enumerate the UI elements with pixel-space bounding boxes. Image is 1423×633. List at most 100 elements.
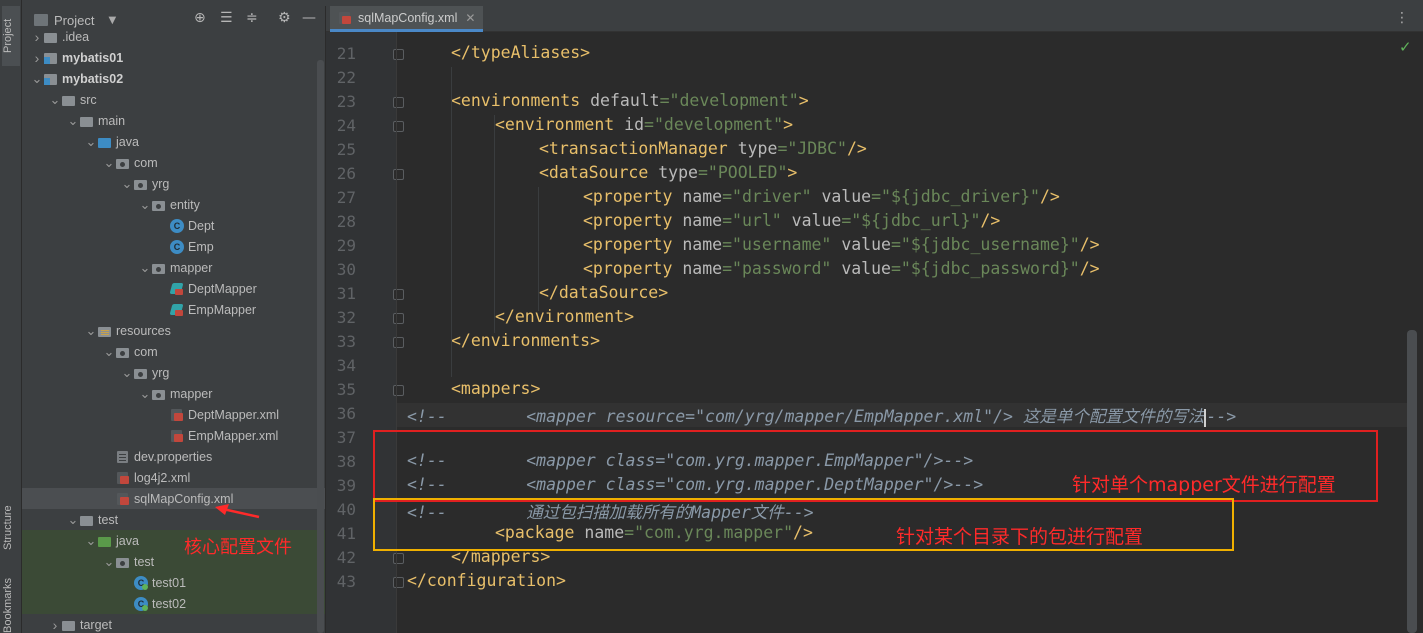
tree-item[interactable]: ⌄ java (22, 131, 325, 152)
line-number: 24 (336, 116, 356, 135)
chevron-down-icon[interactable]: ⌄ (102, 155, 116, 171)
tree-item[interactable]: ⌄ src (22, 89, 325, 110)
line-number: 37 (336, 428, 356, 447)
tree-item-label: yrg (152, 365, 170, 380)
indent-guide (451, 67, 452, 377)
package-icon (116, 555, 130, 569)
tree-item-label: Emp (188, 239, 214, 254)
module-icon (44, 51, 58, 65)
line-number: 22 (336, 68, 356, 87)
chevron-down-icon[interactable]: ⌄ (66, 512, 80, 528)
tree-item[interactable]: ⌄ resources (22, 320, 325, 341)
chevron-down-icon[interactable]: ⌄ (84, 323, 98, 339)
line-number: 36 (336, 404, 356, 423)
tab-sqlmapconfig[interactable]: sqlMapConfig.xml ✕ (330, 6, 484, 32)
locate-file-icon[interactable]: ⊕ (194, 10, 206, 26)
tree-item[interactable]: dev.properties (22, 446, 325, 467)
tree-item[interactable]: › target (22, 614, 325, 633)
code-line[interactable]: </environment> (407, 307, 634, 331)
chevron-down-icon[interactable]: ⌄ (120, 176, 134, 192)
chevron-down-icon[interactable]: ⌄ (120, 365, 134, 381)
project-tool-button[interactable]: Project (2, 6, 20, 66)
chevron-down-icon[interactable]: ⌄ (48, 92, 62, 108)
tree-item[interactable]: › .idea (22, 26, 325, 47)
code-line[interactable]: </environments> (407, 331, 600, 355)
tree-item[interactable]: DeptMapper (22, 278, 325, 299)
tree-item-label: DeptMapper.xml (188, 407, 280, 422)
line-number: 39 (336, 476, 356, 495)
xml-file-icon (116, 492, 130, 506)
chevron-right-icon[interactable]: › (30, 50, 44, 66)
collapse-all-icon[interactable]: ≑ (246, 10, 258, 26)
tree-item[interactable]: test02 (22, 593, 325, 614)
line-number: 33 (336, 332, 356, 351)
chevron-down-icon[interactable]: ⌄ (138, 386, 152, 402)
tree-item-label: entity (170, 197, 200, 212)
gear-icon[interactable]: ⚙ (278, 10, 291, 26)
code-line[interactable]: <environment id="development"> (407, 115, 793, 139)
tree-item-label: mapper (170, 260, 213, 275)
tree-item[interactable]: ⌄ yrg (22, 362, 325, 383)
tree-item[interactable]: ⌄ mapper (22, 383, 325, 404)
code-line[interactable]: <property name="driver" value="${jdbc_dr… (407, 187, 1060, 211)
code-line[interactable]: <transactionManager type="JDBC"/> (407, 139, 867, 163)
chevron-down-icon[interactable]: ⌄ (30, 71, 44, 87)
code-line[interactable]: <property name="password" value="${jdbc_… (407, 259, 1100, 283)
line-number: 34 (336, 356, 356, 375)
chevron-down-icon[interactable]: ⌄ (84, 533, 98, 549)
expand-all-icon[interactable]: ☰ (220, 10, 233, 26)
code-line[interactable]: <property name="url" value="${jdbc_url}"… (407, 211, 1000, 235)
chevron-down-icon[interactable]: ⌄ (102, 344, 116, 360)
tree-item[interactable]: Emp (22, 236, 325, 257)
tree-item[interactable]: ⌄ com (22, 341, 325, 362)
chevron-down-icon[interactable]: ▼ (108, 15, 116, 26)
tree-item-label: mybatis02 (62, 71, 124, 86)
tree-item[interactable]: › mybatis01 (22, 47, 325, 68)
code-line[interactable]: <dataSource type="POOLED"> (407, 163, 797, 187)
tree-item[interactable]: ⌄ mapper (22, 257, 325, 278)
editor-scrollbar[interactable] (1407, 330, 1417, 633)
tree-item[interactable]: ⌄ yrg (22, 173, 325, 194)
code-line-text: <property name="username" value="${jdbc_… (583, 235, 1100, 254)
tree-item[interactable]: EmpMapper (22, 299, 325, 320)
project-scrollbar[interactable] (317, 60, 324, 633)
annotation-core-config: 核心配置文件 (184, 537, 292, 558)
class-icon (170, 239, 184, 254)
tree-item[interactable]: Dept (22, 215, 325, 236)
code-line[interactable]: </typeAliases> (407, 43, 590, 67)
chevron-right-icon[interactable]: › (48, 617, 62, 633)
tree-item-label: resources (116, 323, 171, 338)
chevron-down-icon[interactable]: ⌄ (102, 554, 116, 570)
code-line[interactable]: <property name="username" value="${jdbc_… (407, 235, 1100, 259)
code-line[interactable]: <!-- <mapper resource="com/yrg/mapper/Em… (397, 403, 1407, 427)
code-line[interactable]: <mappers> (407, 379, 540, 403)
code-line[interactable]: <environments default="development"> (407, 91, 809, 115)
more-options-icon[interactable]: ⋮ (1395, 10, 1409, 26)
chevron-down-icon[interactable]: ⌄ (138, 260, 152, 276)
hide-panel-icon[interactable]: — (302, 10, 316, 26)
structure-tool-button[interactable]: Structure (2, 490, 20, 550)
tree-item[interactable]: ⌄ entity (22, 194, 325, 215)
inspection-ok-icon[interactable]: ✓ (1399, 38, 1412, 56)
tree-item-label: EmpMapper.xml (188, 428, 279, 443)
tree-item[interactable]: EmpMapper.xml (22, 425, 325, 446)
chevron-right-icon[interactable]: › (30, 29, 44, 45)
chevron-down-icon[interactable]: ⌄ (138, 197, 152, 213)
tree-item[interactable]: ⌄ main (22, 110, 325, 131)
code-line-text: <mappers> (451, 379, 541, 398)
class-icon (170, 218, 184, 233)
chevron-down-icon[interactable]: ⌄ (66, 113, 80, 129)
tree-item[interactable]: ⌄ com (22, 152, 325, 173)
package-icon (116, 156, 130, 170)
code-line-text: </typeAliases> (451, 43, 591, 62)
tree-item[interactable]: DeptMapper.xml (22, 404, 325, 425)
tree-item[interactable]: ⌄ test (22, 509, 325, 530)
tree-item[interactable]: log4j2.xml (22, 467, 325, 488)
bookmarks-tool-button[interactable]: Bookmarks (2, 575, 20, 633)
chevron-down-icon[interactable]: ⌄ (84, 134, 98, 150)
tree-item[interactable]: ⌄ mybatis02 (22, 68, 325, 89)
code-line[interactable]: </configuration> (407, 571, 566, 595)
close-icon[interactable]: ✕ (465, 11, 475, 25)
tree-item[interactable]: test01 (22, 572, 325, 593)
tree-item[interactable]: sqlMapConfig.xml (22, 488, 325, 509)
